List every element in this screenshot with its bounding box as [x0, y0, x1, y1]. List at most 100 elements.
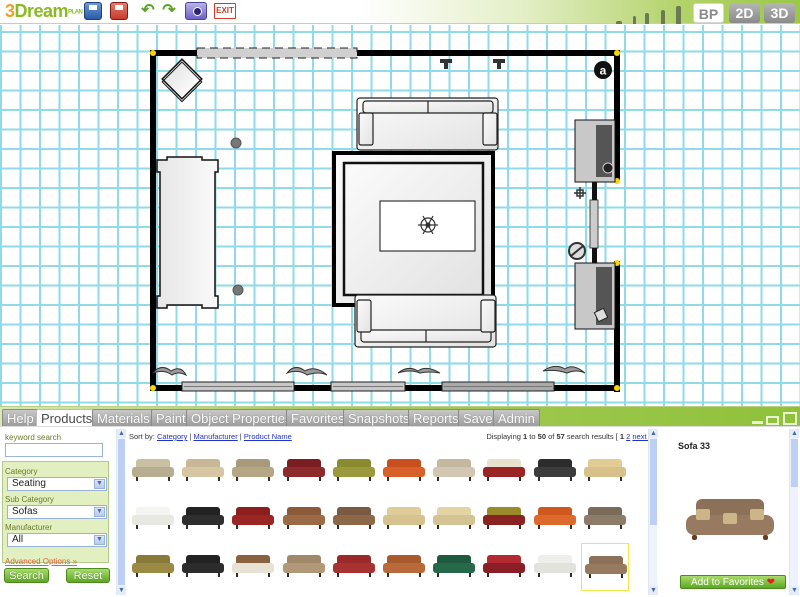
product-thumbnail[interactable]: [531, 495, 579, 543]
product-thumbnail[interactable]: [179, 447, 227, 495]
product-thumbnail[interactable]: [280, 447, 328, 495]
scroll-up-icon[interactable]: ▲: [790, 429, 799, 438]
scrollbar-thumb[interactable]: [650, 439, 657, 525]
subcategory-select[interactable]: Sofas ▼: [7, 505, 107, 519]
product-thumbnail[interactable]: [330, 495, 378, 543]
shelf-unit-lower[interactable]: [574, 262, 616, 330]
scroll-up-icon[interactable]: ▲: [117, 429, 126, 438]
camera-icon[interactable]: [185, 2, 207, 20]
scroll-down-icon[interactable]: ▼: [117, 586, 126, 595]
manufacturer-label: Manufacturer: [5, 523, 53, 532]
product-thumbnail[interactable]: [581, 447, 629, 495]
reset-button[interactable]: Reset: [66, 568, 110, 583]
product-thumbnail[interactable]: [179, 543, 227, 591]
product-thumbnail[interactable]: [330, 447, 378, 495]
scroll-down-icon[interactable]: ▼: [790, 586, 799, 595]
sofa-image: [383, 507, 425, 529]
manufacturer-select[interactable]: All ▼: [7, 533, 107, 547]
product-thumbnail[interactable]: [380, 543, 428, 591]
sofa-image: [182, 459, 225, 481]
tab-help[interactable]: Help: [2, 409, 39, 427]
sofa-image: [232, 555, 275, 577]
tab-paint[interactable]: Paint: [151, 409, 191, 427]
sofa-image: [583, 459, 626, 481]
ceiling-lights[interactable]: [440, 59, 505, 69]
floorplan-canvas[interactable]: a: [0, 25, 800, 406]
maximize-panel-icon[interactable]: [783, 412, 797, 425]
product-thumbnail[interactable]: [129, 543, 177, 591]
restore-panel-icon[interactable]: [766, 416, 779, 425]
product-thumbnail[interactable]: [430, 447, 478, 495]
view-bp-button[interactable]: BP: [693, 3, 724, 23]
no-symbol-icon[interactable]: [568, 242, 586, 260]
window-top[interactable]: [196, 47, 358, 59]
product-thumbnail[interactable]: [280, 543, 328, 591]
tab-favorites[interactable]: Favorites: [286, 409, 350, 427]
sort-by-category-link[interactable]: Category: [157, 432, 187, 441]
product-thumbnail[interactable]: [531, 543, 579, 591]
scrollbar-thumb[interactable]: [118, 439, 125, 585]
move-crosshair-icon[interactable]: [574, 187, 586, 199]
advanced-options-link[interactable]: Advanced Options »: [5, 557, 77, 566]
product-thumbnail[interactable]: [229, 447, 277, 495]
floor-lamp[interactable]: [232, 284, 244, 296]
product-thumbnail[interactable]: [129, 447, 177, 495]
sofa-bottom[interactable]: [354, 294, 497, 348]
scroll-up-icon[interactable]: ▲: [649, 429, 658, 438]
sofa-top[interactable]: [356, 97, 499, 151]
redo-icon[interactable]: ↷: [160, 2, 178, 20]
search-button[interactable]: Search: [4, 568, 49, 583]
product-thumbnail[interactable]: [380, 495, 428, 543]
save-icon[interactable]: [84, 2, 102, 20]
category-select[interactable]: Seating ▼: [7, 477, 107, 491]
product-thumbnail[interactable]: [480, 543, 528, 591]
product-thumbnail[interactable]: [330, 543, 378, 591]
product-thumbnail[interactable]: [280, 495, 328, 543]
scrollbar-thumb[interactable]: [791, 439, 798, 487]
keyword-search-input[interactable]: [5, 443, 103, 457]
add-to-favorites-button[interactable]: Add to Favorites ❤: [680, 575, 786, 589]
minimize-panel-icon[interactable]: [752, 421, 763, 424]
product-thumbnail[interactable]: [229, 495, 277, 543]
product-thumbnail[interactable]: [430, 495, 478, 543]
windows-bottom[interactable]: [181, 381, 555, 392]
search-panel-scrollbar[interactable]: ▲ ▼: [116, 429, 126, 595]
product-thumbnail[interactable]: [581, 495, 629, 543]
tab-snapshots[interactable]: Snapshots: [343, 409, 415, 427]
page-2-link[interactable]: 2: [626, 432, 630, 441]
tab-materials[interactable]: Materials: [92, 409, 155, 427]
results-scrollbar[interactable]: ▲ ▼: [648, 429, 658, 595]
sort-by-manufacturer-link[interactable]: Manufacturer: [194, 432, 238, 441]
tab-save[interactable]: Save: [458, 409, 498, 427]
view-2d-button[interactable]: 2D: [729, 3, 760, 23]
view-3d-button[interactable]: 3D: [764, 3, 795, 23]
curtains[interactable]: [151, 365, 586, 377]
floorplan-drawing: a: [150, 47, 620, 392]
undo-icon[interactable]: ↶: [139, 2, 157, 20]
side-table[interactable]: [161, 58, 203, 103]
details-scrollbar[interactable]: ▲ ▼: [789, 429, 799, 595]
door[interactable]: [589, 199, 599, 249]
area-rug[interactable]: [332, 151, 495, 307]
product-thumbnail[interactable]: [229, 543, 277, 591]
product-thumbnail[interactable]: [480, 447, 528, 495]
floor-lamp[interactable]: [230, 137, 242, 149]
product-thumbnail[interactable]: [129, 495, 177, 543]
product-thumbnail[interactable]: [531, 447, 579, 495]
product-thumbnail[interactable]: [179, 495, 227, 543]
marker-a-icon[interactable]: a: [594, 61, 612, 79]
tab-reports[interactable]: Reports: [408, 409, 464, 427]
console-table[interactable]: [156, 156, 219, 309]
sort-by-product-name-link[interactable]: Product Name: [244, 432, 292, 441]
exit-icon[interactable]: EXIT: [214, 3, 236, 19]
product-thumbnail[interactable]: [430, 543, 478, 591]
tab-object-properties[interactable]: Object Properties: [186, 409, 297, 427]
shelf-unit-upper[interactable]: [574, 119, 616, 183]
tab-admin[interactable]: Admin: [493, 409, 540, 427]
scroll-down-icon[interactable]: ▼: [649, 586, 658, 595]
product-thumbnail[interactable]: [480, 495, 528, 543]
product-thumbnail[interactable]: [380, 447, 428, 495]
sofa-image: [533, 507, 576, 529]
product-thumbnail[interactable]: [580, 543, 629, 591]
save-as-icon[interactable]: [110, 2, 128, 20]
